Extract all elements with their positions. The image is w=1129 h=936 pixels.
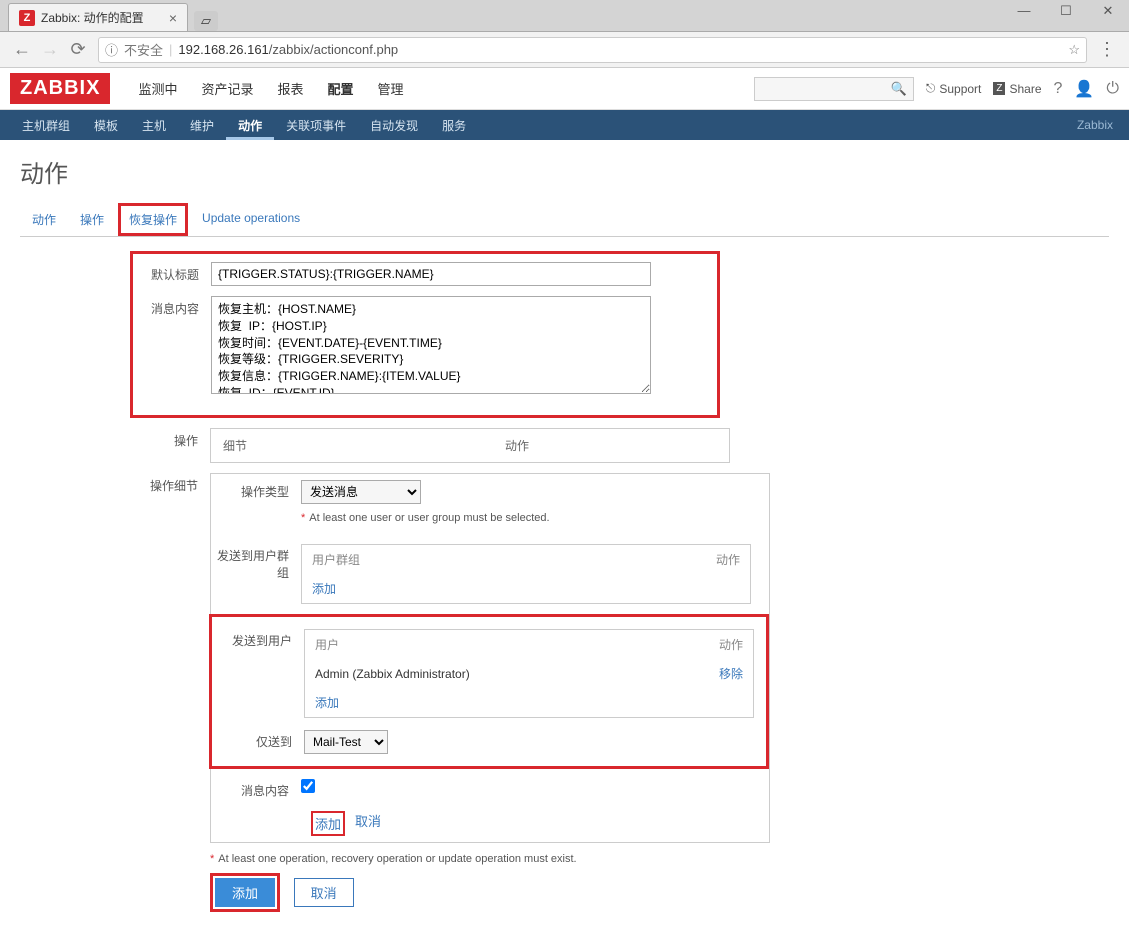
subnav-discovery[interactable]: 自动发现 — [358, 111, 430, 140]
url-path: /zabbix/actionconf.php — [269, 42, 398, 57]
sub-nav: 主机群组 模板 主机 维护 动作 关联项事件 自动发现 服务 Zabbix — [0, 110, 1129, 140]
cancel-button[interactable]: 取消 — [294, 878, 354, 907]
search-icon[interactable]: 🔍 — [891, 81, 907, 97]
security-warning: 不安全 — [124, 40, 163, 59]
user-header: 用户 — [305, 630, 663, 660]
reload-icon[interactable]: ⟳ — [64, 36, 92, 64]
add-usergroup-link[interactable]: 添加 — [312, 582, 336, 596]
message-textarea[interactable]: 恢复主机：{HOST.NAME} 恢复 IP：{HOST.IP} 恢复时间：{E… — [211, 296, 651, 394]
url-host: 192.168.26.161 — [178, 42, 268, 57]
operations-table: 细节 动作 — [210, 428, 730, 463]
support-link[interactable]: ⎋Support — [926, 81, 982, 96]
add-op-link[interactable]: 添加 — [315, 817, 341, 832]
subnav-hostgroups[interactable]: 主机群组 — [10, 111, 82, 140]
default-title-input[interactable] — [211, 262, 651, 286]
subnav-templates[interactable]: 模板 — [82, 111, 130, 140]
default-title-label: 默认标题 — [141, 262, 211, 283]
cancel-op-link[interactable]: 取消 — [355, 811, 381, 830]
user-group-table: 用户群组 动作 添加 — [301, 544, 751, 604]
tab-operation[interactable]: 操作 — [68, 205, 116, 236]
remove-user-link[interactable]: 移除 — [719, 667, 743, 681]
page-title: 动作 — [20, 154, 1109, 189]
main-menu: 监测中 资产记录 报表 配置 管理 — [126, 69, 415, 108]
zabbix-header: ZABBIX 监测中 资产记录 报表 配置 管理 🔍 ⎋Support ZSha… — [0, 68, 1129, 110]
action-header: 动作 — [574, 545, 751, 575]
final-note: At least one operation, recovery operati… — [218, 853, 576, 865]
subnav-hosts[interactable]: 主机 — [130, 111, 178, 140]
ops-col-action: 动作 — [495, 431, 727, 460]
browser-tab[interactable]: Z Zabbix: 动作的配置 × — [8, 3, 188, 31]
tab-title: Zabbix: 动作的配置 — [41, 9, 144, 26]
usergroup-header: 用户群组 — [302, 545, 574, 575]
highlight-title-message: 默认标题 消息内容 恢复主机：{HOST.NAME} 恢复 IP：{HOST.I… — [130, 251, 720, 418]
help-icon[interactable]: ? — [1054, 80, 1063, 98]
close-window-icon[interactable]: ✕ — [1087, 3, 1129, 19]
search-input[interactable]: 🔍 — [754, 77, 914, 101]
zabbix-favicon: Z — [19, 10, 35, 26]
menu-reports[interactable]: 报表 — [265, 69, 315, 108]
tab-action[interactable]: 动作 — [20, 205, 68, 236]
op-type-label: 操作类型 — [211, 480, 301, 500]
subnav-maintenance[interactable]: 维护 — [178, 111, 226, 140]
info-icon[interactable]: ⓘ — [105, 40, 118, 59]
add-button-highlight: 添加 — [210, 873, 280, 912]
operations-label: 操作 — [20, 428, 210, 449]
share-icon: Z — [993, 82, 1005, 95]
form-tabs: 动作 操作 恢复操作 Update operations — [20, 205, 1109, 237]
subnav-correlation[interactable]: 关联项事件 — [274, 111, 358, 140]
page-content: 动作 动作 操作 恢复操作 Update operations 默认标题 消息内… — [0, 140, 1129, 936]
message-label: 消息内容 — [141, 296, 211, 317]
msg-content-checkbox[interactable] — [301, 779, 315, 793]
browser-tab-bar: Z Zabbix: 动作的配置 × ▱ — ☐ ✕ — [0, 0, 1129, 32]
menu-inventory[interactable]: 资产记录 — [189, 69, 265, 108]
user-action-header: 动作 — [663, 630, 754, 660]
support-icon: ⎋ — [926, 81, 936, 96]
url-input[interactable]: ⓘ 不安全 | 192.168.26.161/zabbix/actionconf… — [98, 37, 1087, 63]
op-detail-label: 操作细节 — [20, 473, 210, 494]
subnav-actions[interactable]: 动作 — [226, 111, 274, 140]
add-button[interactable]: 添加 — [215, 878, 275, 907]
add-op-highlight: 添加 — [311, 811, 345, 836]
tab-recovery[interactable]: 恢复操作 — [118, 203, 188, 236]
menu-administration[interactable]: 管理 — [366, 69, 416, 108]
maximize-icon[interactable]: ☐ — [1045, 3, 1087, 19]
tab-update-operations[interactable]: Update operations — [190, 205, 312, 236]
new-tab-button[interactable]: ▱ — [194, 11, 218, 31]
msg-content-label: 消息内容 — [211, 779, 301, 799]
op-type-select[interactable]: 发送消息 — [301, 480, 421, 504]
subnav-right: Zabbix — [1077, 118, 1119, 132]
user-icon[interactable]: 👤 — [1074, 79, 1094, 99]
chrome-menu-icon[interactable]: ⋮ — [1093, 39, 1121, 60]
address-bar: ← → ⟳ ⓘ 不安全 | 192.168.26.161/zabbix/acti… — [0, 32, 1129, 68]
back-icon[interactable]: ← — [8, 36, 36, 64]
minimize-icon[interactable]: — — [1003, 3, 1045, 18]
op-type-note: At least one user or user group must be … — [309, 512, 549, 524]
highlight-users: 发送到用户 用户 动作 Admin (Zabbix Administrator)… — [209, 614, 769, 769]
only-to-label: 仅送到 — [214, 730, 304, 750]
send-user-label: 发送到用户 — [214, 629, 304, 649]
header-right: 🔍 ⎋Support ZShare ? 👤 ⏻ — [754, 77, 1119, 101]
forward-icon: → — [36, 36, 64, 64]
user-row-name: Admin (Zabbix Administrator) — [305, 659, 663, 688]
logout-icon[interactable]: ⏻ — [1106, 80, 1119, 98]
zabbix-logo[interactable]: ZABBIX — [10, 73, 110, 104]
subnav-services[interactable]: 服务 — [430, 111, 478, 140]
add-user-link[interactable]: 添加 — [315, 696, 339, 710]
close-icon[interactable]: × — [169, 10, 177, 26]
send-group-label: 发送到用户群组 — [211, 544, 301, 581]
menu-configuration[interactable]: 配置 — [316, 69, 366, 108]
only-to-select[interactable]: Mail-Test — [304, 730, 388, 754]
window-controls: — ☐ ✕ — [1003, 3, 1129, 31]
bookmark-icon[interactable]: ☆ — [1068, 42, 1080, 58]
share-link[interactable]: ZShare — [993, 82, 1041, 96]
user-table: 用户 动作 Admin (Zabbix Administrator) 移除 添加 — [304, 629, 754, 718]
op-detail-box: 操作类型 发送消息 *At least one user or user gro… — [210, 473, 770, 843]
menu-monitoring[interactable]: 监测中 — [126, 69, 189, 108]
ops-col-detail: 细节 — [213, 431, 493, 460]
